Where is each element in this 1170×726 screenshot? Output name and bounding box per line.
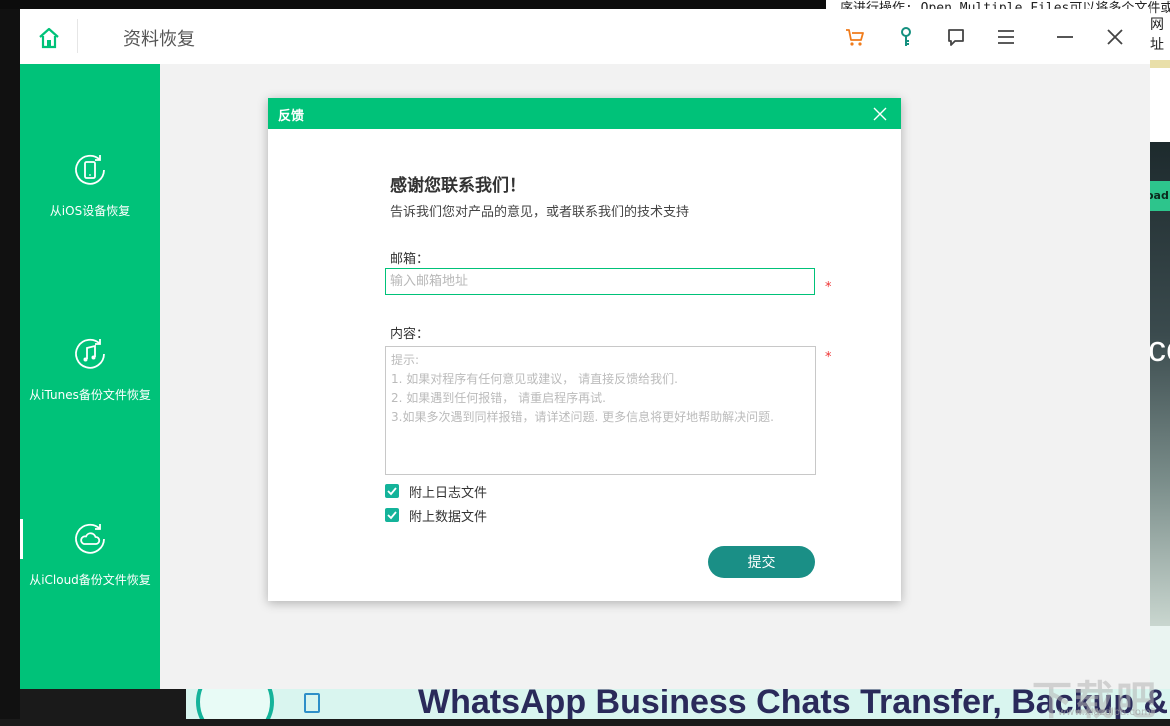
sidebar: 从iOS设备恢复 从iTunes备份文件恢复 从iCloud备份文件恢复 xyxy=(20,64,160,689)
feedback-icon[interactable] xyxy=(944,25,968,49)
sidebar-active-indicator xyxy=(20,519,23,559)
attach-log-checkbox[interactable] xyxy=(385,484,399,498)
title-bar: 资料恢复 xyxy=(20,9,1150,65)
dialog-subheading: 告诉我们您对产品的意见，或者联系我们的技术支持 xyxy=(390,205,690,220)
phone-restore-icon xyxy=(75,154,105,185)
sidebar-item-icloud-backup[interactable]: 从iCloud备份文件恢复 xyxy=(20,520,160,588)
key-icon[interactable] xyxy=(894,25,918,49)
sidebar-item-label: 从iOS设备恢复 xyxy=(49,204,131,218)
attach-data-checkbox-row[interactable]: 附上数据文件 xyxy=(385,506,488,525)
sidebar-item-label: 从iCloud备份文件恢复 xyxy=(29,573,151,587)
dialog-header: 反馈 xyxy=(268,98,901,129)
email-required-mark: * xyxy=(825,280,832,295)
submit-button[interactable]: 提交 xyxy=(708,546,815,578)
attach-log-checkbox-row[interactable]: 附上日志文件 xyxy=(385,482,488,501)
content-label: 内容： xyxy=(390,327,430,342)
content-hint-line: 1. 如果对程序有任何意见或建议， 请直接反馈给我们. xyxy=(391,372,678,386)
dialog-title: 反馈 xyxy=(278,109,305,124)
content-hint-line: 3.如果多次遇到同样报错，请详述问题. 更多信息将更好地帮助解决问题. xyxy=(391,410,774,424)
minimize-icon[interactable] xyxy=(1053,25,1077,49)
background-webpage-photo xyxy=(1150,142,1170,626)
attach-data-checkbox[interactable] xyxy=(385,508,399,522)
desktop-background-top xyxy=(0,0,826,9)
music-restore-icon xyxy=(75,338,105,369)
banner-circle-icon xyxy=(196,689,274,719)
sidebar-item-ios-device[interactable]: 从iOS设备恢复 xyxy=(20,151,160,219)
watermark-url: www.xiazaiba.com xyxy=(1058,707,1151,718)
menu-icon[interactable] xyxy=(994,25,1018,49)
content-hint-line: 提示: xyxy=(391,353,420,367)
background-webpage-big-text: ce xyxy=(1148,328,1170,369)
background-banner: WhatsApp Business Chats Transfer, Backup… xyxy=(186,689,1170,719)
attach-data-label: 附上数据文件 xyxy=(409,509,488,525)
email-field[interactable] xyxy=(385,268,815,295)
cart-icon[interactable] xyxy=(843,25,867,49)
background-webpage-bar xyxy=(1150,60,1170,68)
content-hint-line: 2. 如果遇到任何报错， 请重启程序再试. xyxy=(391,391,606,405)
desktop-background-left xyxy=(0,9,20,719)
background-webpage-text-2: 网址 xyxy=(1150,17,1164,53)
content-required-mark: * xyxy=(825,350,832,365)
cloud-restore-icon xyxy=(75,523,105,554)
attach-log-label: 附上日志文件 xyxy=(409,485,488,501)
dialog-heading: 感谢您联系我们！ xyxy=(390,176,526,196)
dialog-close-icon[interactable] xyxy=(872,106,888,122)
banner-document-icon xyxy=(304,693,320,713)
home-icon[interactable] xyxy=(36,25,62,51)
sidebar-item-label: 从iTunes备份文件恢复 xyxy=(29,388,151,402)
app-title: 资料恢复 xyxy=(123,29,195,50)
content-textarea[interactable]: 提示: 1. 如果对程序有任何意见或建议， 请直接反馈给我们. 2. 如果遇到任… xyxy=(385,346,816,475)
email-label: 邮箱： xyxy=(390,252,430,267)
checkmark-icon xyxy=(387,511,397,520)
close-icon[interactable] xyxy=(1103,25,1127,49)
sidebar-item-itunes-backup[interactable]: 从iTunes备份文件恢复 xyxy=(20,335,160,403)
feedback-dialog: 反馈 感谢您联系我们！ 告诉我们您对产品的意见，或者联系我们的技术支持 邮箱： … xyxy=(268,98,901,601)
checkmark-icon xyxy=(387,487,397,496)
title-separator xyxy=(77,19,78,53)
